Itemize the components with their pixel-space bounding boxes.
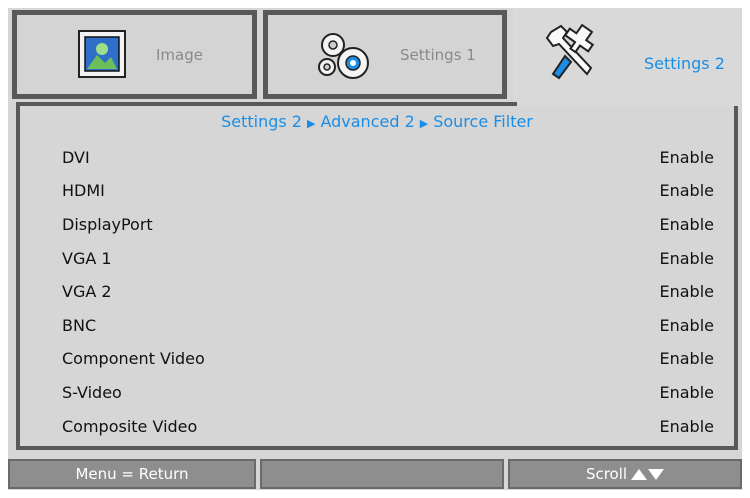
menu-return-button[interactable]: Menu = Return	[8, 459, 256, 489]
footer-middle-button	[260, 459, 504, 489]
image-icon	[77, 29, 127, 83]
breadcrumb-item: Settings 2	[221, 112, 302, 131]
arrow-up-icon	[631, 468, 648, 480]
arrow-down-icon	[648, 468, 665, 480]
source-filter-panel: Settings 2 ▶ Advanced 2 ▶ Source Filter DVI …	[16, 106, 738, 450]
row-label: DVI	[62, 147, 90, 167]
list-item[interactable]: S-Video Enable	[62, 380, 714, 404]
scroll-label: Scroll	[585, 465, 628, 483]
list-item[interactable]: VGA 1 Enable	[62, 246, 714, 270]
row-label: HDMI	[62, 180, 105, 200]
gears-icon	[313, 29, 375, 89]
row-value[interactable]: Enable	[660, 249, 715, 268]
tab-label-settings-1: Settings 1	[400, 46, 476, 64]
osd-menu: Image Settings 1 Settings 2 Settings 2 ▶…	[8, 8, 742, 490]
tab-label-image: Image	[156, 46, 203, 64]
row-label: VGA 1	[62, 248, 112, 268]
tab-settings-1[interactable]: Settings 1	[263, 10, 507, 99]
row-label: VGA 2	[62, 281, 112, 301]
row-label: DisplayPort	[62, 214, 153, 234]
row-value[interactable]: Enable	[660, 383, 715, 402]
tab-image[interactable]: Image	[12, 10, 257, 99]
row-label: Composite Video	[62, 416, 198, 436]
row-value[interactable]: Enable	[660, 316, 715, 335]
row-label: BNC	[62, 315, 97, 335]
row-value[interactable]: Enable	[660, 181, 715, 200]
triangle-right-icon: ▶	[419, 117, 429, 130]
row-label: Component Video	[62, 348, 205, 368]
row-value[interactable]: Enable	[660, 282, 715, 301]
list-item[interactable]: Component Video Enable	[62, 346, 714, 370]
row-label: S-Video	[62, 382, 122, 402]
list-item[interactable]: DisplayPort Enable	[62, 212, 714, 236]
breadcrumb-item: Advanced 2	[320, 112, 415, 131]
tab-settings-2[interactable]: Settings 2	[513, 8, 740, 108]
tools-icon	[543, 22, 601, 86]
breadcrumb-item: Source Filter	[433, 112, 533, 131]
breadcrumb: Settings 2 ▶ Advanced 2 ▶ Source Filter	[20, 112, 734, 131]
row-value[interactable]: Enable	[660, 417, 715, 436]
list-item[interactable]: DVI Enable	[62, 145, 714, 169]
triangle-right-icon: ▶	[306, 117, 316, 130]
scroll-button[interactable]: Scroll	[508, 459, 742, 489]
row-value[interactable]: Enable	[660, 215, 715, 234]
list-item[interactable]: BNC Enable	[62, 313, 714, 337]
list-item[interactable]: Composite Video Enable	[62, 414, 714, 438]
list-item[interactable]: VGA 2 Enable	[62, 279, 714, 303]
row-value[interactable]: Enable	[660, 349, 715, 368]
footer-bar: Menu = Return Scroll	[8, 459, 742, 489]
list-item[interactable]: HDMI Enable	[62, 178, 714, 202]
row-value[interactable]: Enable	[660, 148, 715, 167]
tab-label-settings-2: Settings 2	[644, 54, 725, 73]
menu-return-label: Menu = Return	[75, 465, 189, 483]
